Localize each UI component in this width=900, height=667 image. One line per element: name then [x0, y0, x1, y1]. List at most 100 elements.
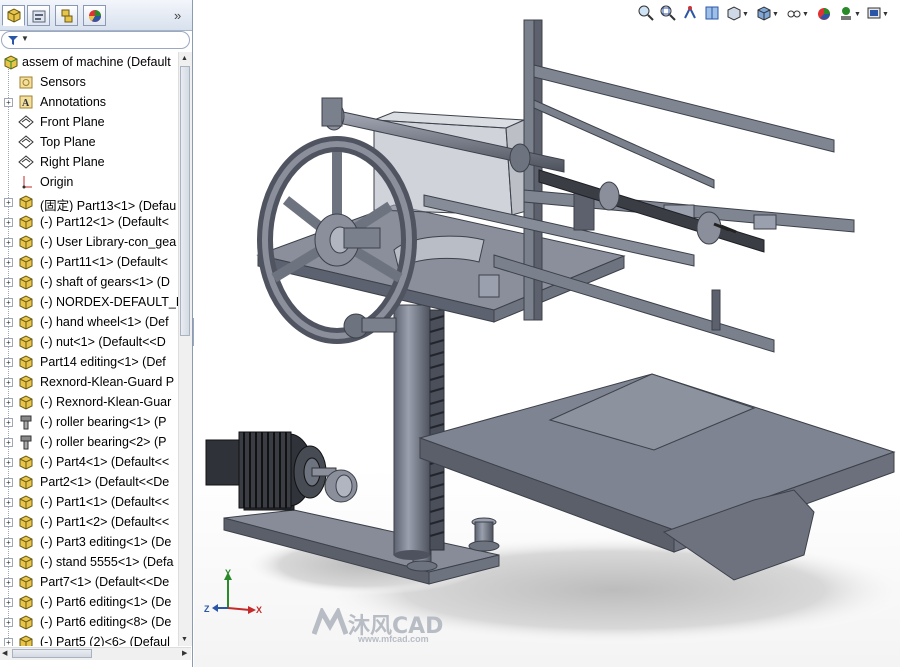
tree-item[interactable]: Origin: [0, 172, 178, 192]
scroll-right-icon[interactable]: ▶: [182, 649, 187, 657]
expand-toggle-icon[interactable]: +: [4, 258, 13, 267]
expand-toggle-icon[interactable]: +: [4, 398, 13, 407]
expand-toggle-icon[interactable]: +: [4, 618, 13, 627]
tree-vertical-scrollbar[interactable]: ▲ ▼: [178, 52, 192, 646]
expand-toggle-icon[interactable]: +: [4, 298, 13, 307]
tree-item-label: (-) NORDEX-DEFAULT_L: [40, 295, 178, 309]
tree-item[interactable]: + (-) Part1<1> (Default<<: [0, 492, 178, 512]
triad-x-label: X: [256, 605, 263, 615]
tree-horizontal-scrollbar[interactable]: ◀ ▶: [0, 647, 191, 660]
expand-toggle-icon[interactable]: +: [4, 578, 13, 587]
expand-toggle-icon[interactable]: +: [4, 278, 13, 287]
tree-item[interactable]: Top Plane: [0, 132, 178, 152]
part-icon: [18, 554, 34, 570]
expand-toggle-icon[interactable]: +: [4, 338, 13, 347]
expand-panel-chevron-icon[interactable]: »: [174, 8, 181, 23]
configurationmanager-tab[interactable]: [55, 5, 78, 26]
part-icon: [18, 334, 34, 350]
tree-item[interactable]: + (-) Rexnord-Klean-Guar: [0, 392, 178, 412]
expand-toggle-icon[interactable]: +: [4, 558, 13, 567]
expand-toggle-icon[interactable]: +: [4, 458, 13, 467]
part-icon: [18, 234, 34, 250]
expand-toggle-icon[interactable]: +: [4, 498, 13, 507]
part-icon: [18, 254, 34, 270]
tree-item[interactable]: + (-) Part4<1> (Default<<: [0, 452, 178, 472]
tree-item[interactable]: Right Plane: [0, 152, 178, 172]
expand-toggle-icon[interactable]: +: [4, 358, 13, 367]
tree-item[interactable]: + (-) Part3 editing<1> (De: [0, 532, 178, 552]
tree-item-label: (-) Part6 editing<8> (De: [40, 615, 172, 629]
origin-icon: [18, 174, 34, 190]
tree-item-label: Origin: [40, 175, 74, 189]
part-icon: [18, 374, 34, 390]
tree-item-label: Front Plane: [40, 115, 105, 129]
scroll-down-icon[interactable]: ▼: [181, 636, 188, 643]
expand-toggle-icon[interactable]: +: [4, 638, 13, 646]
expand-toggle-icon[interactable]: +: [4, 318, 13, 327]
tree-root-assembly[interactable]: assem of machine (Default: [0, 52, 178, 72]
tree-item[interactable]: + (-) stand 5555<1> (Defa: [0, 552, 178, 572]
expand-toggle-icon[interactable]: +: [4, 478, 13, 487]
graphics-area[interactable]: ▼ ▼ ▼ ▼ ▼ Y X Z 沐风CAD www.mfcad.com: [194, 0, 900, 667]
tree-item[interactable]: + Part7<1> (Default<<De: [0, 572, 178, 592]
part-icon: [18, 194, 34, 210]
tree-item[interactable]: + (-) shaft of gears<1> (D: [0, 272, 178, 292]
tree-item[interactable]: + A Annotations: [0, 92, 178, 112]
scroll-up-icon[interactable]: ▲: [181, 55, 188, 62]
tree-item[interactable]: + Rexnord-Klean-Guard P: [0, 372, 178, 392]
part-icon: [18, 594, 34, 610]
expand-toggle-icon[interactable]: +: [4, 198, 13, 207]
propertymanager-tab[interactable]: [27, 5, 50, 26]
tree-item-label: Right Plane: [40, 155, 105, 169]
tree-item[interactable]: + Part2<1> (Default<<De: [0, 472, 178, 492]
part-icon: [18, 514, 34, 530]
tree-filter-field[interactable]: ▼: [1, 31, 190, 49]
expand-toggle-icon[interactable]: +: [4, 418, 13, 427]
tree-item-label: (-) Part12<1> (Default<: [40, 215, 169, 229]
tree-item[interactable]: + (-) User Library-con_gea: [0, 232, 178, 252]
hscroll-thumb[interactable]: [12, 649, 92, 658]
tree-item[interactable]: + (-) Part6 editing<8> (De: [0, 612, 178, 632]
tree-item[interactable]: + (-) hand wheel<1> (Def: [0, 312, 178, 332]
tree-item[interactable]: + (固定) Part13<1> (Defau: [0, 192, 178, 212]
expand-toggle-icon[interactable]: +: [4, 98, 13, 107]
expand-toggle-icon[interactable]: +: [4, 218, 13, 227]
expand-toggle-icon[interactable]: +: [4, 598, 13, 607]
tree-item[interactable]: + (-) NORDEX-DEFAULT_L: [0, 292, 178, 312]
tree-item[interactable]: + (-) Part12<1> (Default<: [0, 212, 178, 232]
tree-item[interactable]: + (-) roller bearing<2> (P: [0, 432, 178, 452]
tree-item[interactable]: + (-) roller bearing<1> (P: [0, 412, 178, 432]
tree-item[interactable]: Sensors: [0, 72, 178, 92]
appearance-tab[interactable]: [83, 5, 106, 26]
tree-item-label: Rexnord-Klean-Guard P: [40, 375, 175, 389]
tree-item[interactable]: + (-) Part5 (2)<6> (Defaul: [0, 632, 178, 646]
assembly-icon: [3, 54, 19, 70]
featuremanager-tab[interactable]: [2, 5, 25, 26]
triad-z-label: Z: [204, 604, 210, 614]
tree-item[interactable]: + Part14 editing<1> (Def: [0, 352, 178, 372]
part-icon: [18, 534, 34, 550]
expand-toggle-icon[interactable]: +: [4, 518, 13, 527]
expand-toggle-icon[interactable]: +: [4, 378, 13, 387]
tree-item[interactable]: + (-) Part11<1> (Default<: [0, 252, 178, 272]
panel-tabs: »: [0, 0, 192, 31]
feature-tree: assem of machine (Default Sensors + A Annota…: [0, 52, 178, 646]
scroll-thumb[interactable]: [180, 66, 190, 336]
machine-assembly-model[interactable]: [194, 0, 900, 667]
part-icon: [18, 474, 34, 490]
scroll-left-icon[interactable]: ◀: [2, 649, 7, 657]
tree-item[interactable]: + (-) nut<1> (Default<<D: [0, 332, 178, 352]
reference-triad[interactable]: Y X Z: [204, 568, 264, 620]
filter-dropdown-icon[interactable]: ▼: [21, 34, 29, 43]
propertymanager-icon: [32, 10, 46, 23]
expand-toggle-icon[interactable]: +: [4, 238, 13, 247]
expand-toggle-icon[interactable]: +: [4, 538, 13, 547]
tree-item[interactable]: Front Plane: [0, 112, 178, 132]
tree-item-label: (-) User Library-con_gea: [40, 235, 177, 249]
tree-item[interactable]: + (-) Part6 editing<1> (De: [0, 592, 178, 612]
part-icon: [18, 214, 34, 230]
vertical-column: [393, 304, 431, 556]
expand-toggle-icon[interactable]: +: [4, 438, 13, 447]
tree-item-label: Annotations: [40, 95, 107, 109]
tree-item[interactable]: + (-) Part1<2> (Default<<: [0, 512, 178, 532]
